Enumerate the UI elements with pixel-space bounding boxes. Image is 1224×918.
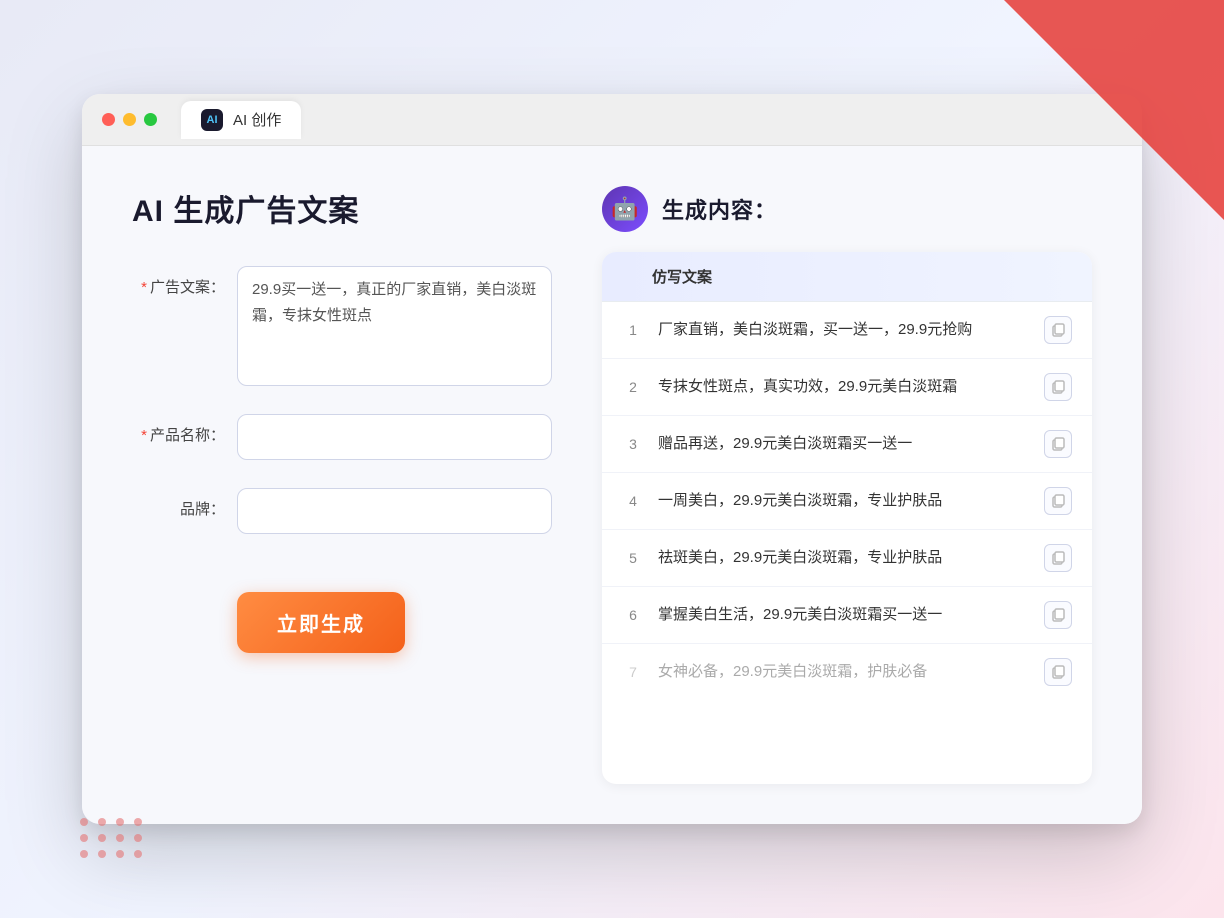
brand-row: 品牌： 好白 <box>132 488 552 534</box>
ad-copy-row: *广告文案： 29.9买一送一，真正的厂家直销，美白淡斑霜，专抹女性斑点 <box>132 266 552 386</box>
row-number: 7 <box>622 664 644 680</box>
required-star-2: * <box>141 427 147 444</box>
copy-button[interactable] <box>1044 658 1072 686</box>
right-panel: 🤖 生成内容： 仿写文案 1 厂家直销，美白淡斑霜，买一送一，29.9元抢购 2… <box>602 186 1092 784</box>
table-row: 4 一周美白，29.9元美白淡斑霜，专业护肤品 <box>602 473 1092 530</box>
product-name-input[interactable]: 美白淡斑霜 <box>237 414 552 460</box>
product-name-row: *产品名称： 美白淡斑霜 <box>132 414 552 460</box>
ad-copy-input[interactable]: 29.9买一送一，真正的厂家直销，美白淡斑霜，专抹女性斑点 <box>237 266 552 386</box>
maximize-button[interactable] <box>144 113 157 126</box>
copy-button[interactable] <box>1044 373 1072 401</box>
browser-window: AI AI 创作 AI 生成广告文案 *广告文案： 29.9买一送一，真正的厂家… <box>82 94 1142 824</box>
copy-button[interactable] <box>1044 316 1072 344</box>
table-row: 7 女神必备，29.9元美白淡斑霜，护肤必备 <box>602 644 1092 700</box>
table-row: 3 赠品再送，29.9元美白淡斑霜买一送一 <box>602 416 1092 473</box>
close-button[interactable] <box>102 113 115 126</box>
copy-button[interactable] <box>1044 544 1072 572</box>
table-row: 1 厂家直销，美白淡斑霜，买一送一，29.9元抢购 <box>602 302 1092 359</box>
ai-tab[interactable]: AI AI 创作 <box>181 101 301 139</box>
result-title: 生成内容： <box>662 193 777 225</box>
minimize-button[interactable] <box>123 113 136 126</box>
brand-label: 品牌： <box>132 488 237 519</box>
tab-label: AI 创作 <box>233 109 281 130</box>
page-title: AI 生成广告文案 <box>132 186 552 230</box>
ad-copy-label: *广告文案： <box>132 266 237 297</box>
table-header: 仿写文案 <box>602 252 1092 302</box>
table-row: 5 祛斑美白，29.9元美白淡斑霜，专业护肤品 <box>602 530 1092 587</box>
generate-button[interactable]: 立即生成 <box>237 592 405 653</box>
row-number: 5 <box>622 550 644 566</box>
row-text: 厂家直销，美白淡斑霜，买一送一，29.9元抢购 <box>658 319 1030 342</box>
content-area: AI 生成广告文案 *广告文案： 29.9买一送一，真正的厂家直销，美白淡斑霜，… <box>82 146 1142 824</box>
product-name-label: *产品名称： <box>132 414 237 445</box>
robot-icon: 🤖 <box>602 186 648 232</box>
table-row: 6 掌握美白生活，29.9元美白淡斑霜买一送一 <box>602 587 1092 644</box>
copy-button[interactable] <box>1044 430 1072 458</box>
row-number: 4 <box>622 493 644 509</box>
row-text: 一周美白，29.9元美白淡斑霜，专业护肤品 <box>658 490 1030 513</box>
table-row: 2 专抹女性斑点，真实功效，29.9元美白淡斑霜 <box>602 359 1092 416</box>
required-star: * <box>141 279 147 296</box>
row-number: 1 <box>622 322 644 338</box>
dot-decoration <box>80 818 144 858</box>
row-text: 掌握美白生活，29.9元美白淡斑霜买一送一 <box>658 604 1030 627</box>
copy-button[interactable] <box>1044 601 1072 629</box>
row-number: 3 <box>622 436 644 452</box>
traffic-lights <box>102 113 157 126</box>
titlebar: AI AI 创作 <box>82 94 1142 146</box>
row-number: 2 <box>622 379 644 395</box>
corner-decoration <box>1004 0 1224 220</box>
result-table: 仿写文案 1 厂家直销，美白淡斑霜，买一送一，29.9元抢购 2 专抹女性斑点，… <box>602 252 1092 784</box>
row-text: 赠品再送，29.9元美白淡斑霜买一送一 <box>658 433 1030 456</box>
brand-input[interactable]: 好白 <box>237 488 552 534</box>
tab-icon: AI <box>201 109 223 131</box>
row-text: 祛斑美白，29.9元美白淡斑霜，专业护肤品 <box>658 547 1030 570</box>
copy-button[interactable] <box>1044 487 1072 515</box>
left-panel: AI 生成广告文案 *广告文案： 29.9买一送一，真正的厂家直销，美白淡斑霜，… <box>132 186 552 784</box>
row-number: 6 <box>622 607 644 623</box>
row-text: 专抹女性斑点，真实功效，29.9元美白淡斑霜 <box>658 376 1030 399</box>
row-text: 女神必备，29.9元美白淡斑霜，护肤必备 <box>658 661 1030 684</box>
